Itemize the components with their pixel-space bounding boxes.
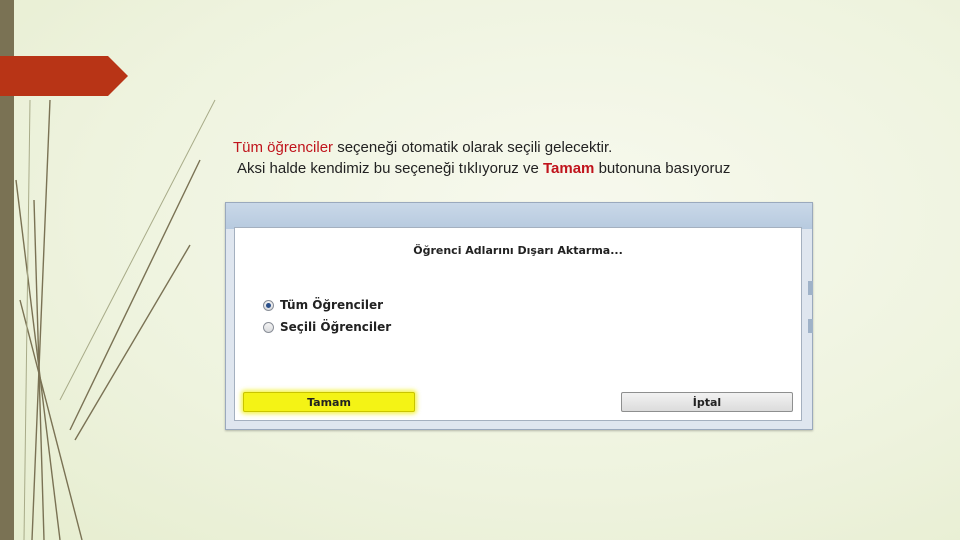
dialog-panel: Öğrenci Adlarını Dışarı Aktarma... Tüm Ö… — [234, 227, 802, 421]
caption-line-1: Tüm öğrenciler seçeneği otomatik olarak … — [233, 137, 730, 158]
caption-line1-text: seçeneği otomatik olarak seçili gelecekt… — [333, 139, 613, 156]
caption-line2-end: butonuna basıyoruz — [594, 160, 731, 177]
scroll-marker — [808, 281, 813, 295]
scroll-marker — [808, 319, 813, 333]
instruction-caption: Tüm öğrenciler seçeneği otomatik olarak … — [233, 137, 730, 179]
caption-line-2: Aksi halde kendimiz bu seçeneği tıklıyor… — [233, 158, 730, 179]
window-frame-top — [226, 203, 812, 229]
caption-highlight-all-students: Tüm öğrenciler — [233, 139, 334, 156]
ok-button[interactable]: Tamam — [243, 392, 415, 412]
cancel-button[interactable]: İptal — [621, 392, 793, 412]
radio-unchecked-icon[interactable] — [263, 321, 274, 333]
option-all-students[interactable]: Tüm Öğrenciler — [263, 298, 383, 312]
option-label: Seçili Öğrenciler — [280, 320, 392, 334]
option-selected-students[interactable]: Seçili Öğrenciler — [263, 320, 391, 334]
caption-highlight-ok: Tamam — [542, 160, 595, 177]
option-label: Tüm Öğrenciler — [280, 298, 384, 312]
export-dialog-window: Öğrenci Adlarını Dışarı Aktarma... Tüm Ö… — [225, 202, 813, 430]
radio-checked-icon[interactable] — [263, 299, 274, 311]
decorative-lines — [15, 99, 216, 540]
dialog-title: Öğrenci Adlarını Dışarı Aktarma... — [413, 244, 623, 257]
caption-line2-start: Aksi halde kendimiz bu seçeneği tıklıyor… — [237, 160, 543, 177]
